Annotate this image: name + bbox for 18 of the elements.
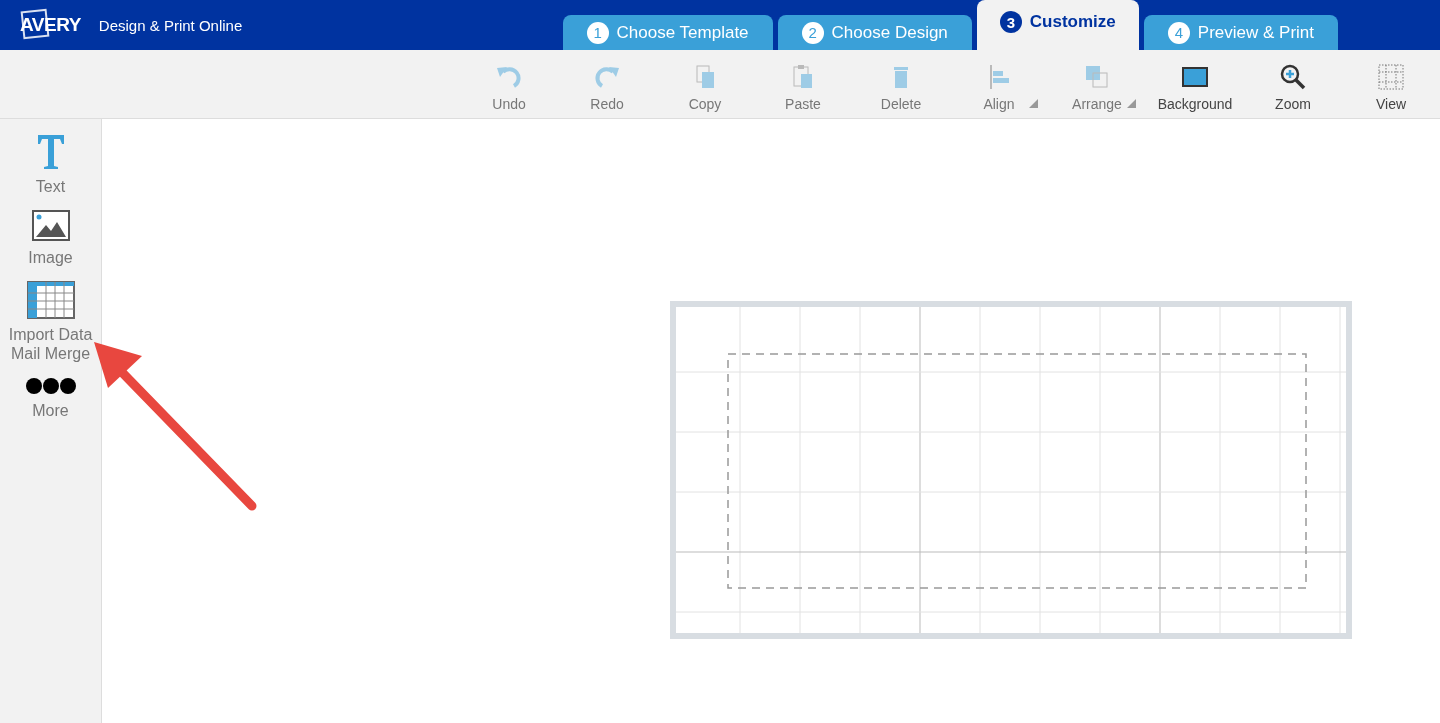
step-tab[interactable]: 3 Customize [976, 0, 1139, 50]
step-tab[interactable]: 1 Choose Template [562, 15, 773, 50]
toolbar-button[interactable]: Background [1146, 50, 1244, 118]
sidebar-item[interactable]: Import Data Mail Merge [8, 281, 93, 363]
more-icon [25, 377, 76, 395]
text-tool-icon [35, 133, 66, 171]
sidebar-item[interactable]: Text [35, 133, 66, 196]
view-icon [1376, 62, 1406, 92]
toolbar-button[interactable]: Zoom [1244, 50, 1342, 118]
toolbar-button[interactable]: View [1342, 50, 1440, 118]
sidebar-item[interactable]: Image [28, 210, 73, 267]
sidebar-item[interactable]: More [25, 377, 76, 420]
zoom-icon [1278, 62, 1308, 92]
image-icon [31, 210, 70, 242]
step-tab[interactable]: 4 Preview & Print [1143, 15, 1338, 50]
spreadsheet-icon [26, 281, 75, 319]
app-title: Design & Print Online [98, 16, 243, 34]
step-tab[interactable]: 2 Choose Design [777, 15, 972, 50]
